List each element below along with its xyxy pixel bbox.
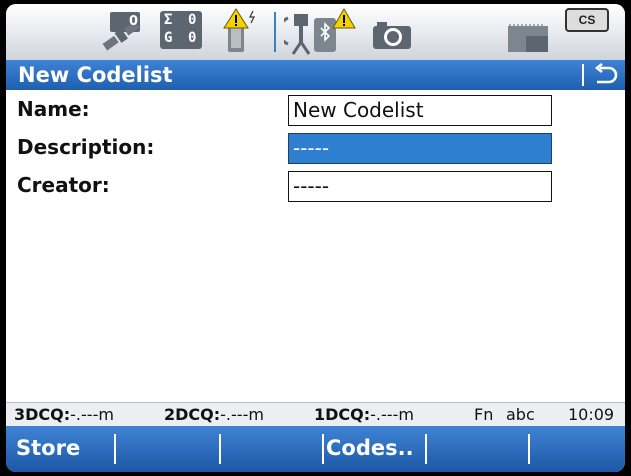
cs-badge[interactable]: CS [565,8,609,32]
form-row-description: Description: ----- [6,132,625,166]
g-count: 0 [188,30,197,46]
3d-quality: 3DCQ:-.---m [14,405,114,424]
softkey-f3[interactable] [221,430,322,466]
input-mode-indicator[interactable]: abc [506,405,535,424]
name-input[interactable]: New Codelist [288,95,552,126]
satellite-icon[interactable]: 0 [98,10,146,54]
creator-label: Creator: [17,173,110,197]
sigma-counter-icon[interactable]: Σ0 G0 [160,11,202,49]
softkey-f5[interactable] [427,430,528,466]
codes-button[interactable]: Codes.. [322,430,426,466]
quality-info-line: 3DCQ:-.---m 2DCQ:-.---m 1DCQ:-.---m Fn a… [6,402,625,427]
clock: 10:09 [568,405,615,424]
title-bar: New Codelist [6,60,625,90]
form-row-creator: Creator: ----- [6,170,625,204]
softkey-bar: Store Codes.. [6,426,625,472]
status-separator [274,12,276,52]
status-bar: 0 Σ0 G0 CS [6,4,625,61]
sigma-count: 0 [188,12,197,28]
creator-input[interactable]: ----- [288,171,552,202]
battery-warning-icon[interactable] [222,8,262,54]
device-screen: 0 Σ0 G0 CS New Codelist Name: New Codeli… [6,4,625,472]
satellite-count: 0 [129,14,139,29]
store-button[interactable]: Store [6,430,114,466]
page-title: New Codelist [18,63,173,87]
softkey-f6[interactable] [530,430,625,466]
title-separator [582,64,584,86]
description-input[interactable]: ----- [288,133,552,164]
fn-indicator: Fn [474,405,494,424]
camera-icon[interactable] [372,20,412,50]
description-label: Description: [17,135,155,159]
softkey-f2[interactable] [116,430,219,466]
tripod-bluetooth-warning-icon[interactable] [277,8,356,56]
memory-card-icon[interactable] [506,24,552,54]
name-label: Name: [17,97,90,121]
2d-quality: 2DCQ:-.---m [164,405,264,424]
back-arrow-icon[interactable] [592,62,618,87]
1d-quality: 1DCQ:-.---m [314,405,414,424]
form-row-name: Name: New Codelist [6,94,625,128]
